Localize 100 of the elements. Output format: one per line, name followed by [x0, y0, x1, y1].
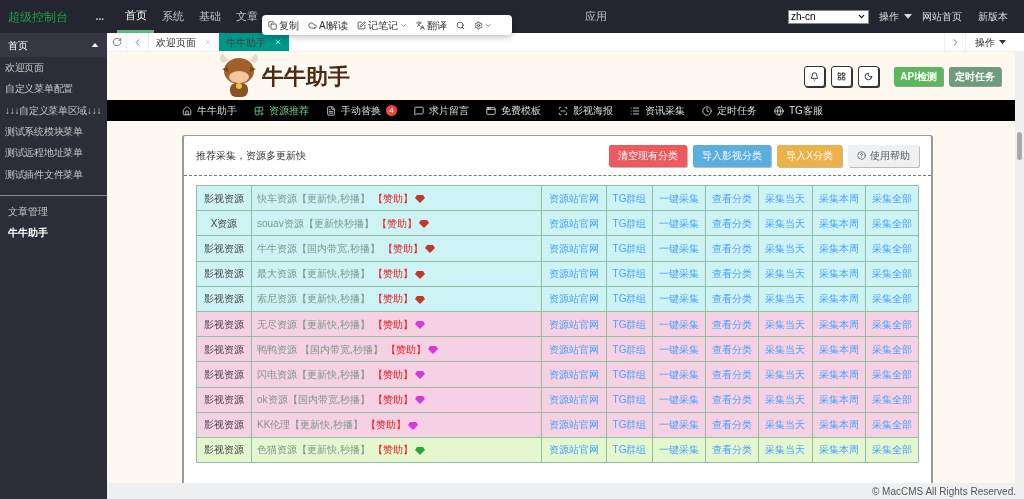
table-link[interactable]: 采集当天: [758, 235, 813, 262]
table-link[interactable]: TG群组: [606, 437, 653, 463]
table-link[interactable]: 采集本周: [812, 387, 866, 413]
sidebar-item[interactable]: 文章管理: [0, 200, 107, 222]
table-link[interactable]: 一键采集: [652, 387, 706, 413]
header-link[interactable]: 新版本: [978, 9, 1008, 24]
table-link[interactable]: TG群组: [606, 387, 653, 413]
plugin-nav-item[interactable]: TG客服: [774, 103, 823, 118]
table-link[interactable]: 采集当天: [758, 261, 813, 287]
table-link[interactable]: 采集本周: [812, 286, 866, 312]
table-link[interactable]: 一键采集: [652, 311, 706, 337]
table-link[interactable]: 采集当天: [758, 387, 813, 413]
scrollbar[interactable]: [1015, 52, 1024, 483]
table-link[interactable]: 一键采集: [652, 235, 706, 262]
plugin-nav-item[interactable]: 手动替换 4: [326, 103, 397, 118]
table-link[interactable]: 采集本周: [812, 412, 866, 438]
table-link[interactable]: 采集本周: [812, 311, 866, 337]
table-link[interactable]: 一键采集: [652, 437, 706, 463]
table-link[interactable]: 资源站官网: [541, 210, 607, 236]
table-link[interactable]: 一键采集: [652, 185, 706, 211]
table-link[interactable]: 查看分类: [705, 210, 759, 236]
header-button[interactable]: API检测: [894, 66, 943, 86]
table-link[interactable]: TG群组: [606, 210, 653, 236]
table-link[interactable]: 一键采集: [652, 261, 706, 287]
table-link[interactable]: 采集当天: [758, 336, 813, 362]
table-link[interactable]: TG群组: [606, 412, 653, 438]
page-tab[interactable]: 欢迎页面: [149, 33, 219, 51]
plugin-nav-item[interactable]: 资源推荐: [254, 103, 309, 118]
table-link[interactable]: 采集本周: [812, 210, 866, 236]
sidebar-item[interactable]: 牛牛助手: [0, 221, 107, 243]
table-link[interactable]: TG群组: [606, 286, 653, 312]
table-link[interactable]: 一键采集: [652, 336, 706, 362]
table-link[interactable]: 采集本周: [812, 185, 866, 211]
table-link[interactable]: 采集本周: [812, 261, 866, 287]
table-link[interactable]: 一键采集: [652, 210, 706, 236]
nav-tab[interactable]: 系统: [154, 0, 191, 33]
table-link[interactable]: 查看分类: [705, 437, 759, 463]
sidebar-item[interactable]: 测试系统模块菜单: [0, 120, 107, 143]
table-link[interactable]: TG群组: [606, 185, 653, 211]
table-link[interactable]: 采集当天: [758, 185, 813, 211]
search-button[interactable]: [456, 20, 466, 30]
sidebar-item[interactable]: 测试远程地址菜单: [0, 142, 107, 164]
table-link[interactable]: TG群组: [606, 336, 653, 362]
table-link[interactable]: 采集当天: [758, 437, 813, 463]
table-link[interactable]: TG群组: [606, 361, 653, 387]
table-link[interactable]: 一键采集: [652, 412, 706, 438]
action-button[interactable]: 清空现有分类: [609, 144, 688, 167]
table-link[interactable]: 采集当天: [758, 412, 813, 438]
table-link[interactable]: 资源站官网: [541, 235, 607, 262]
table-link[interactable]: 资源站官网: [541, 286, 607, 312]
header-link[interactable]: 网站首页: [922, 9, 962, 24]
table-link[interactable]: 采集当天: [758, 361, 813, 387]
page-tab[interactable]: 牛牛助手: [219, 33, 289, 51]
toolbar-button[interactable]: 翻译: [416, 17, 448, 33]
grid-button[interactable]: [831, 65, 853, 87]
table-link[interactable]: 采集全部: [865, 336, 919, 362]
table-link[interactable]: 资源站官网: [541, 437, 607, 463]
plugin-nav-item[interactable]: 求片留言: [414, 103, 469, 118]
language-select[interactable]: zh-cn: [788, 9, 869, 24]
nav-tab[interactable]: 应用: [577, 0, 614, 33]
table-link[interactable]: 采集全部: [865, 210, 919, 236]
sidebar-item[interactable]: 测试插件文件菜单: [0, 163, 107, 185]
table-link[interactable]: TG群组: [606, 311, 653, 337]
table-link[interactable]: 采集全部: [865, 286, 919, 312]
table-link[interactable]: 采集全部: [865, 412, 919, 438]
table-link[interactable]: 一键采集: [652, 286, 706, 312]
table-link[interactable]: 采集本周: [812, 361, 866, 387]
actions-dropdown[interactable]: 操作: [965, 33, 1015, 51]
table-link[interactable]: 资源站官网: [541, 311, 607, 337]
plugin-nav-item[interactable]: 定时任务: [702, 103, 757, 118]
table-link[interactable]: 查看分类: [705, 412, 759, 438]
table-link[interactable]: 查看分类: [705, 336, 759, 362]
table-link[interactable]: 查看分类: [705, 235, 759, 262]
table-link[interactable]: 采集当天: [758, 311, 813, 337]
table-link[interactable]: 采集全部: [865, 387, 919, 413]
plugin-nav-item[interactable]: 牛牛助手: [182, 103, 237, 118]
table-link[interactable]: 采集全部: [865, 261, 919, 287]
table-link[interactable]: 资源站官网: [541, 336, 607, 362]
table-link[interactable]: 资源站官网: [541, 261, 607, 287]
toolbar-button[interactable]: 复制: [268, 17, 299, 33]
table-link[interactable]: 查看分类: [705, 185, 759, 211]
nav-tab[interactable]: 文章: [228, 0, 265, 33]
table-link[interactable]: TG群组: [606, 235, 653, 262]
action-button[interactable]: 导入影视分类: [693, 144, 772, 167]
plugin-nav-item[interactable]: 影视海报: [558, 103, 613, 118]
dark-mode-button[interactable]: [858, 65, 880, 87]
notification-button[interactable]: [804, 65, 826, 87]
table-link[interactable]: 查看分类: [705, 387, 759, 413]
actions-dropdown[interactable]: 操作: [879, 9, 912, 24]
action-button[interactable]: 导入X分类: [777, 144, 842, 167]
table-link[interactable]: 采集全部: [865, 361, 919, 387]
table-link[interactable]: 查看分类: [705, 261, 759, 287]
settings-button[interactable]: [474, 20, 493, 30]
table-link[interactable]: 资源站官网: [541, 185, 607, 211]
table-link[interactable]: 一键采集: [652, 361, 706, 387]
help-button[interactable]: 使用帮助: [848, 144, 919, 167]
toolbar-button[interactable]: AI解读: [308, 17, 349, 33]
table-link[interactable]: 采集当天: [758, 286, 813, 312]
table-link[interactable]: 查看分类: [705, 361, 759, 387]
table-link[interactable]: 采集本周: [812, 235, 866, 262]
